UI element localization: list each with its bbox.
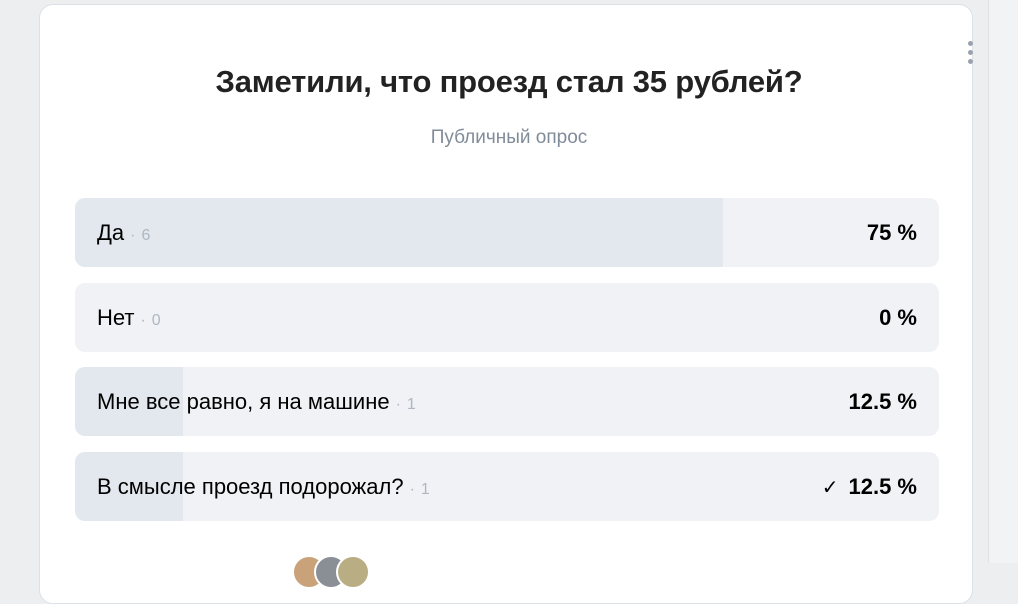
check-icon: ✓ [821, 477, 839, 499]
poll-option-dont-care[interactable]: Мне все равно, я на машине · 1 12.5 % [75, 367, 939, 436]
poll-type-label: Публичный опрос [430, 127, 588, 148]
result-bar [75, 198, 723, 267]
option-percent: 0 % [879, 305, 917, 330]
vote-count: · 1 [409, 481, 430, 498]
option-label: Да [97, 220, 125, 245]
poll-title: Заметили, что проезд стал 35 рублей? [215, 64, 803, 99]
option-label: Нет [97, 305, 135, 330]
option-label: В смысле проезд подорожал? [97, 474, 404, 499]
vote-count: · 6 [130, 227, 151, 244]
avatar [336, 555, 370, 589]
option-percent: 75 % [866, 220, 917, 245]
option-percent: 12.5 % [848, 389, 918, 414]
poll-option-price-up[interactable]: В смысле проезд подорожал? · 1 ✓ 12.5 % [75, 452, 939, 521]
poll-option-yes[interactable]: Да · 6 75 % [75, 198, 939, 267]
poll-option-no[interactable]: Нет · 0 0 % [75, 283, 939, 352]
option-label: Мне все равно, я на машине [97, 389, 390, 414]
vote-count: · 1 [395, 396, 416, 413]
option-percent: ✓ 12.5 % [821, 474, 917, 499]
vote-count: · 0 [140, 312, 161, 329]
